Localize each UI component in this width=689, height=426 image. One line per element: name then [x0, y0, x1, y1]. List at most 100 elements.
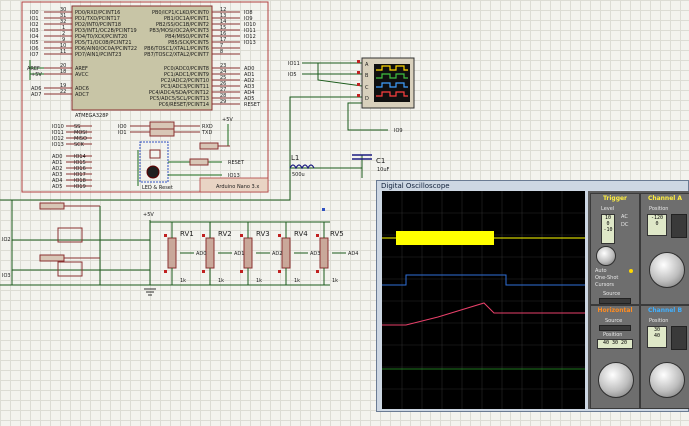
trigger-dc[interactable]: DC: [621, 222, 628, 228]
trigger-title: Trigger: [602, 195, 628, 202]
pull-resistors: [39, 202, 100, 262]
reset-label: RESET: [228, 160, 245, 166]
rv2-value: 1k: [218, 278, 224, 284]
chip-name: ATMEGA328P: [75, 113, 108, 119]
channel-b-section: Channel B Position 30 40: [640, 305, 689, 409]
pin-label: IO19: [74, 184, 86, 190]
pot-supply-label: +5V: [143, 212, 154, 218]
channel-a-position-display: -120 0: [647, 214, 667, 236]
horizontal-title: Horizontal: [597, 307, 633, 314]
trigger-source-label: Source: [603, 291, 621, 297]
rv1-value: 1k: [180, 278, 186, 284]
ground-symbols: [144, 288, 156, 296]
io2-label: IO2: [2, 237, 11, 243]
channel-a-coupling-switch[interactable]: [671, 214, 687, 238]
pin-label: IO13: [52, 142, 64, 148]
ad2-label: AD2: [272, 251, 282, 257]
capacitor-value: 10uF: [377, 167, 390, 173]
scope-ch-d: D: [365, 96, 369, 102]
channel-b-coupling-switch[interactable]: [671, 326, 687, 350]
channel-b-position-label: Position: [649, 318, 669, 324]
scope-ch-a: A: [365, 62, 369, 68]
ad0-label: AD0: [196, 251, 206, 257]
channel-b-volts-knob[interactable]: [649, 362, 685, 398]
pin-label: SCK: [74, 142, 85, 148]
oscilloscope-window[interactable]: Digital Oscilloscope Trigger Level 10 0 …: [376, 180, 689, 412]
inductor-value: 500u: [292, 172, 305, 178]
ad7-net-label: AD7: [31, 92, 41, 98]
horizontal-source-label: Source: [605, 318, 623, 324]
horizontal-timebase-knob[interactable]: [598, 362, 634, 398]
trace-a-burst: [396, 231, 494, 245]
ad4-label: AD4: [348, 251, 358, 257]
rv5-value: 1k: [332, 278, 338, 284]
pin-number: 22: [60, 89, 66, 95]
rv2-ref: RV2: [218, 230, 232, 238]
pin-label: IO13: [244, 40, 256, 46]
ad1-label: AD1: [234, 251, 244, 257]
port-d-label: PD7/AIN1/PCINT23: [75, 52, 121, 58]
horizontal-section: Horizontal Source Position 40 30 20: [590, 305, 640, 409]
ad3-label: AD3: [310, 251, 320, 257]
trigger-level-knob[interactable]: [596, 246, 616, 266]
trigger-source-selector[interactable]: [599, 298, 631, 304]
rv4-value: 1k: [294, 278, 300, 284]
scope-ch-c: C: [365, 85, 369, 91]
horizontal-source-selector[interactable]: [599, 325, 631, 331]
io5-label: IO5: [288, 72, 297, 78]
capacitor-ref: C1: [376, 157, 385, 165]
oscilloscope-control-panel: Trigger Level 10 0 -10 AC DC Auto One-Sh…: [588, 191, 689, 409]
scope-ch-b: B: [365, 73, 369, 79]
io9-label: IO9: [394, 128, 403, 134]
pin-label: RESET: [244, 102, 261, 108]
oscilloscope-title: Digital Oscilloscope: [381, 182, 450, 190]
trace-b: [382, 274, 585, 286]
rv3-ref: RV3: [256, 230, 270, 238]
trace-c: [382, 302, 585, 326]
channel-a-position-label: Position: [649, 206, 669, 212]
chip-analog-right: 23 24 25 26 27 28 29 AD0 AD1 AD2 AD3 AD4…: [220, 63, 261, 108]
rv1-ref: RV1: [180, 230, 194, 238]
channel-a-volts-knob[interactable]: [649, 252, 685, 288]
board-name: Arduino Nano 3.x: [216, 184, 259, 190]
auto-led: [629, 269, 633, 273]
serial-resistors: [130, 121, 230, 150]
horizontal-position-display: 40 30 20: [597, 339, 633, 349]
pin-number: 18: [60, 69, 66, 75]
vcc-net-label: +5V: [31, 72, 42, 78]
pin-label: IO7: [30, 52, 39, 58]
adc7-label: ADC7: [75, 92, 89, 98]
oscilloscope-screen: [382, 191, 585, 409]
channel-b-position-display: 30 40: [647, 326, 667, 348]
pin-label: AD5: [52, 184, 62, 190]
trigger-level-display: 10 0 -10: [601, 214, 615, 244]
scope-grid: [382, 191, 585, 409]
channel-b-title: Channel B: [647, 307, 683, 314]
trigger-auto[interactable]: Auto: [595, 268, 607, 274]
inductor-ref: L1: [291, 154, 299, 162]
led-reset-label: LED & Reset: [142, 185, 173, 191]
rv5-ref: RV5: [330, 230, 344, 238]
chip-left-labels: IO0 IO1 IO2 IO3 IO4 IO5 IO6 IO7 30 31 32…: [30, 7, 66, 58]
button-labels: IO2 IO3: [2, 237, 11, 279]
trigger-ac[interactable]: AC: [621, 214, 628, 220]
rv3-value: 1k: [256, 278, 262, 284]
pin-number: 11: [60, 49, 66, 55]
horizontal-position-label: Position: [603, 332, 623, 338]
supply-label: +5V: [222, 117, 233, 123]
pin-label: IO1: [118, 130, 127, 136]
io3-label: IO3: [2, 273, 11, 279]
io13-label: IO13: [228, 173, 240, 179]
trigger-level-label: Level: [601, 206, 615, 212]
rv4-ref: RV4: [294, 230, 308, 238]
trigger-one-shot[interactable]: One-Shot: [595, 275, 618, 281]
channel-a-title: Channel A: [647, 195, 683, 202]
io11-label: IO11: [288, 61, 300, 67]
channel-a-section: Channel A Position -120 0: [640, 193, 689, 305]
txd-label: TXD: [201, 130, 212, 136]
trigger-section: Trigger Level 10 0 -10 AC DC Auto One-Sh…: [590, 193, 640, 305]
push-buttons: [57, 227, 83, 277]
pin-number: 29: [220, 99, 226, 105]
avcc-label: AVCC: [75, 72, 89, 78]
trigger-cursors[interactable]: Cursors: [595, 282, 614, 288]
